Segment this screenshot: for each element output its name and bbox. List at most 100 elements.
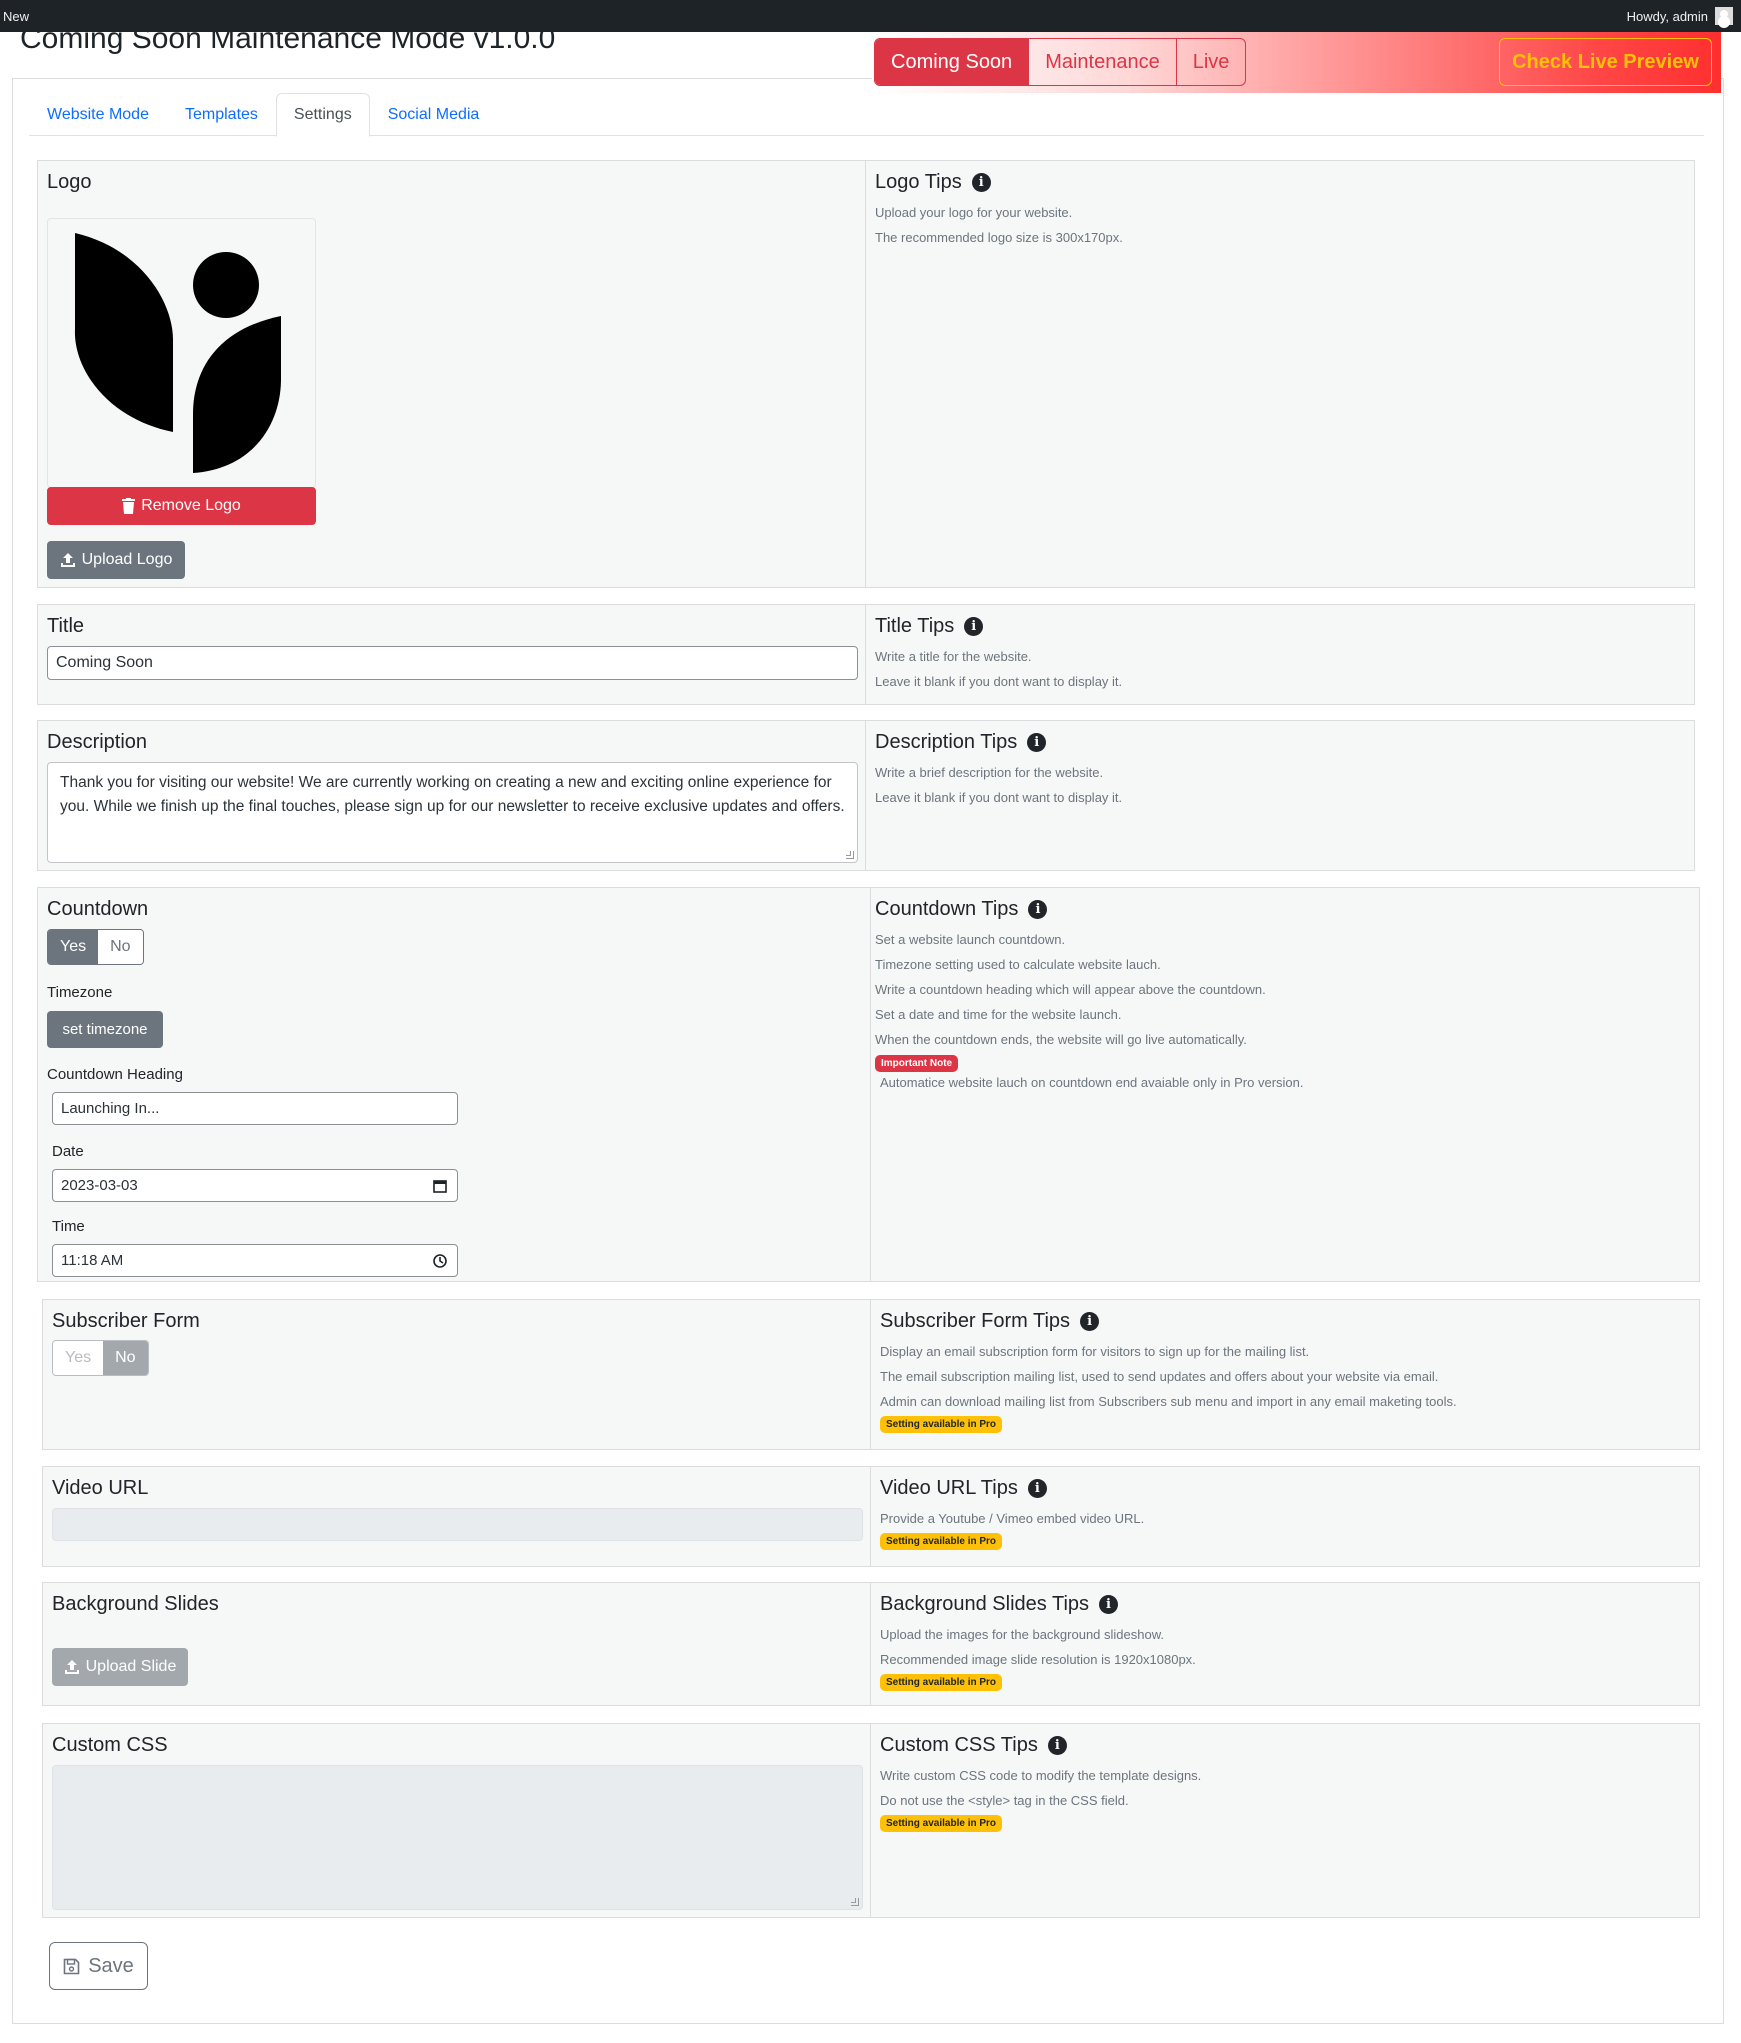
info-icon: i (1027, 1479, 1047, 1498)
save-button[interactable]: Save (49, 1942, 148, 1990)
time-label: Time (52, 1218, 85, 1235)
time-input[interactable]: 11:18 AM (52, 1244, 458, 1277)
date-input[interactable]: 2023-03-03 (52, 1169, 458, 1202)
tab-website-mode[interactable]: Website Mode (29, 93, 167, 136)
pro-badge: Setting available in Pro (880, 1533, 1003, 1550)
date-label: Date (52, 1143, 84, 1160)
video-label: Video URL (52, 1477, 149, 1499)
countdown-heading-label: Countdown Heading (47, 1066, 183, 1083)
avatar[interactable] (1715, 7, 1733, 25)
admin-bar-howdy[interactable]: Howdy, admin (1627, 9, 1708, 24)
countdown-tips-panel: Countdown Tips i Set a website launch cou… (870, 887, 1700, 1282)
countdown-heading-input[interactable]: Launching In... (52, 1092, 458, 1125)
countdown-toggle: Yes No (47, 929, 144, 965)
custom-css-tips-title: Custom CSS Tips (880, 1734, 1038, 1756)
title-input[interactable]: Coming Soon (47, 646, 858, 680)
description-tip-1: Write a brief description for the websit… (875, 765, 1104, 780)
subscriber-panel: Subscriber Form Yes No (42, 1299, 871, 1450)
title-panel: Title Coming Soon (37, 604, 866, 705)
logo-panel: Logo Remove Logo Upload Logo (37, 160, 866, 588)
title-tips-title: Title Tips (875, 615, 955, 637)
remove-logo-button[interactable]: Remove Logo (47, 487, 316, 525)
countdown-tip-2: Timezone setting used to calculate websi… (875, 957, 1161, 972)
mode-coming-soon-button[interactable]: Coming Soon (875, 39, 1030, 85)
calendar-icon[interactable] (433, 1179, 447, 1193)
subscriber-tip-3: Admin can download mailing list from Sub… (880, 1394, 1457, 1409)
description-tips-title: Description Tips (875, 731, 1018, 753)
custom-css-tip-2: Do not use the <style> tag in the CSS fi… (880, 1793, 1129, 1808)
custom-css-tip-1: Write custom CSS code to modify the temp… (880, 1768, 1202, 1783)
countdown-tips-title: Countdown Tips (875, 898, 1019, 920)
countdown-tip-3: Write a countdown heading which will app… (875, 982, 1266, 997)
check-live-preview-button[interactable]: Check Live Preview (1499, 38, 1712, 86)
title-tip-2: Leave it blank if you dont want to displ… (875, 674, 1123, 689)
info-icon: i (1047, 1736, 1067, 1755)
save-label: Save (88, 1954, 134, 1977)
floppy-disk-icon (63, 1958, 80, 1974)
video-panel: Video URL (42, 1466, 871, 1567)
title-label: Title (47, 615, 85, 637)
info-icon: i (1028, 900, 1048, 919)
page-title: Coming Soon Maintenance Mode v1.0.0 (20, 22, 556, 55)
slides-tip-1: Upload the images for the background sli… (880, 1627, 1165, 1642)
tab-templates[interactable]: Templates (167, 93, 276, 136)
upload-logo-button[interactable]: Upload Logo (47, 541, 185, 579)
description-textarea[interactable]: Thank you for visiting our website! We a… (47, 762, 858, 863)
countdown-panel: Countdown Yes No Timezone set timezone C… (37, 887, 871, 1282)
timezone-label: Timezone (47, 984, 113, 1001)
countdown-tip-4: Set a date and time for the website laun… (875, 1007, 1122, 1022)
countdown-yes-option[interactable]: Yes (48, 930, 99, 964)
info-icon: i (1027, 733, 1047, 752)
subscriber-tips-title: Subscriber Form Tips (880, 1310, 1071, 1332)
video-tips-panel: Video URL Tips i Provide a Youtube / Vime… (870, 1466, 1700, 1567)
video-url-input[interactable] (52, 1508, 863, 1541)
pro-badge: Setting available in Pro (880, 1815, 1003, 1832)
mode-live-button[interactable]: Live (1177, 39, 1246, 85)
resize-handle-icon[interactable] (851, 1898, 859, 1906)
resize-handle-icon[interactable] (846, 851, 854, 859)
subscriber-yes-option[interactable]: Yes (53, 1341, 104, 1375)
description-label: Description (47, 731, 148, 753)
info-icon: i (1080, 1312, 1100, 1331)
mode-maintenance-button[interactable]: Maintenance (1029, 39, 1177, 85)
slides-tip-2: Recommended image slide resolution is 19… (880, 1652, 1196, 1667)
custom-css-label: Custom CSS (52, 1734, 168, 1756)
subscriber-toggle: Yes No (52, 1340, 149, 1376)
slides-label: Background Slides (52, 1593, 219, 1615)
upload-slide-button[interactable]: Upload Slide (52, 1648, 188, 1686)
subscriber-tips-panel: Subscriber Form Tips i Display an email s… (870, 1299, 1700, 1450)
subscriber-no-option[interactable]: No (103, 1341, 148, 1375)
logo-label: Logo (47, 171, 92, 193)
description-panel: Description Thank you for visiting our w… (37, 720, 866, 871)
subscriber-tip-1: Display an email subscription form for v… (880, 1344, 1310, 1359)
logo-tip-2: The recommended logo size is 300x170px. (875, 230, 1123, 245)
clock-icon[interactable] (433, 1254, 447, 1268)
tab-social-media[interactable]: Social Media (370, 93, 498, 136)
tab-settings[interactable]: Settings (275, 93, 370, 137)
website-mode-switch: Coming Soon Maintenance Live (874, 38, 1247, 86)
logo-tips-title: Logo Tips (875, 171, 962, 193)
info-icon: i (1099, 1595, 1119, 1614)
slides-tips-panel: Background Slides Tips i Upload the image… (870, 1582, 1700, 1706)
settings-tabs: Website Mode Templates Settings Social M… (29, 93, 1704, 137)
pro-badge: Setting available in Pro (880, 1416, 1003, 1433)
video-tips-title: Video URL Tips (880, 1477, 1018, 1499)
subscriber-tip-2: The email subscription mailing list, use… (880, 1369, 1439, 1384)
upload-icon (60, 553, 75, 567)
important-note-text: Automatice website lauch on countdown en… (880, 1075, 1304, 1090)
upload-icon (64, 1660, 79, 1674)
logo-tip-1: Upload your logo for your website. (875, 205, 1073, 220)
description-tips-panel: Description Tips i Write a brief descript… (865, 720, 1695, 871)
set-timezone-button[interactable]: set timezone (47, 1011, 163, 1048)
slides-tips-title: Background Slides Tips (880, 1593, 1090, 1615)
brand-logo-image (74, 233, 281, 473)
date-value: 2023-03-03 (61, 1177, 138, 1194)
title-tip-1: Write a title for the website. (875, 649, 1032, 664)
video-tip-1: Provide a Youtube / Vimeo embed video UR… (880, 1511, 1145, 1526)
countdown-tip-1: Set a website launch countdown. (875, 932, 1066, 947)
important-note-badge: Important Note (875, 1055, 959, 1072)
custom-css-textarea[interactable] (52, 1765, 863, 1910)
custom-css-panel: Custom CSS (42, 1723, 871, 1918)
logo-tips-panel: Logo Tips i Upload your logo for your web… (865, 160, 1695, 588)
countdown-no-option[interactable]: No (98, 930, 143, 964)
